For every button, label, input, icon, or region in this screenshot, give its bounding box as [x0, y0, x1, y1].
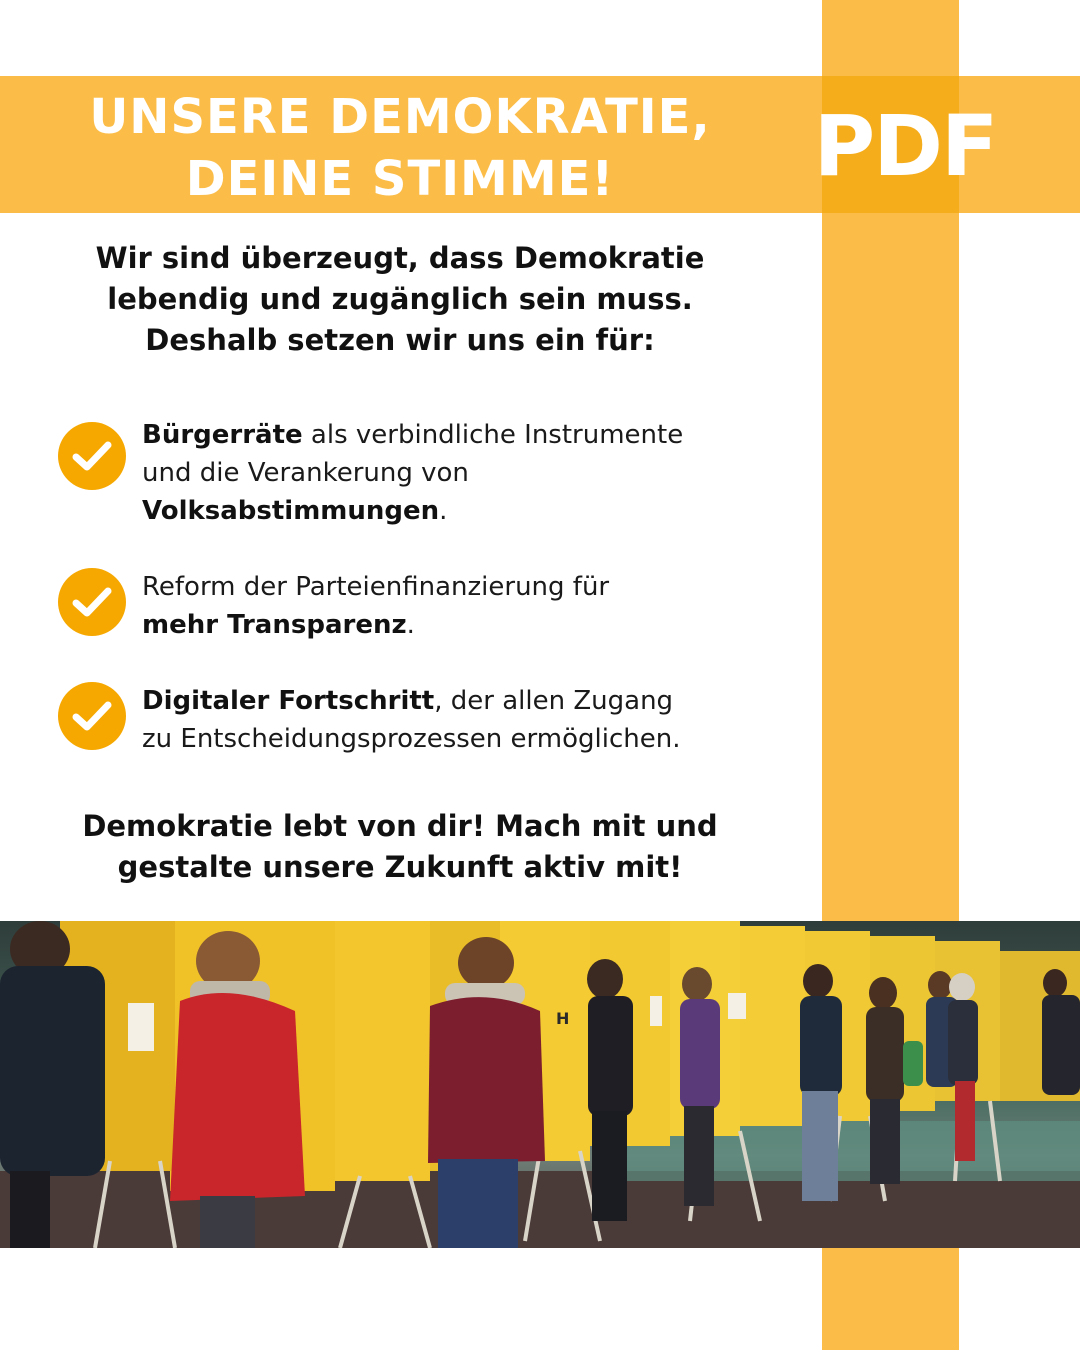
closing-line-2: gestalte unsere Zukunft aktiv mit! [117, 850, 683, 884]
benefit-punct: . [406, 610, 415, 640]
check-circle-icon [58, 568, 126, 636]
voting-booths-illustration: H [0, 921, 1080, 1248]
voting-booths-photo: H [0, 921, 1080, 1248]
benefit-text-part: , der allen Zugang [434, 686, 674, 716]
benefit-bold: Volksabstimmungen [142, 496, 440, 526]
benefit-text-part: und die Verankerung von [142, 458, 469, 488]
headline-line-1: UNSERE DEMOKRATIE, [89, 89, 711, 145]
benefit-bold: Bürgerräte [142, 420, 303, 450]
intro-text: Wir sind überzeugt, dass Demokratie lebe… [30, 238, 770, 361]
closing-text: Demokratie lebt von dir! Mach mit und ge… [20, 806, 780, 888]
benefit-bold: mehr Transparenz [142, 610, 407, 640]
benefit-text-part: zu Entscheidungsprozessen ermöglichen. [142, 724, 681, 754]
intro-line-3: Deshalb setzen wir uns ein für: [145, 323, 655, 357]
benefit-text-part: als verbindliche Instrumente [302, 420, 684, 450]
intro-line-2: lebendig und zugänglich sein muss. [107, 282, 693, 316]
benefit-punct: . [439, 496, 448, 526]
intro-line-1: Wir sind überzeugt, dass Demokratie [95, 241, 705, 275]
closing-line-1: Demokratie lebt von dir! Mach mit und [82, 809, 718, 843]
benefit-text: Digitaler Fortschritt, der allen Zugang … [142, 682, 832, 758]
pdf-party-logo: PDF [813, 97, 999, 195]
booth-marker: H [556, 1009, 569, 1028]
benefit-text-part: Reform der Parteienfinanzierung für [142, 572, 610, 602]
benefit-bold: Digitaler Fortschritt [142, 686, 435, 716]
headline: UNSERE DEMOKRATIE, DEINE STIMME! [40, 86, 760, 210]
benefit-text: Bürgerräte als verbindliche Instrumente … [142, 416, 832, 530]
check-circle-icon [58, 422, 126, 490]
check-circle-icon [58, 682, 126, 750]
benefit-text: Reform der Parteienfinanzierung für mehr… [142, 568, 832, 644]
headline-line-2: DEINE STIMME! [185, 151, 615, 207]
